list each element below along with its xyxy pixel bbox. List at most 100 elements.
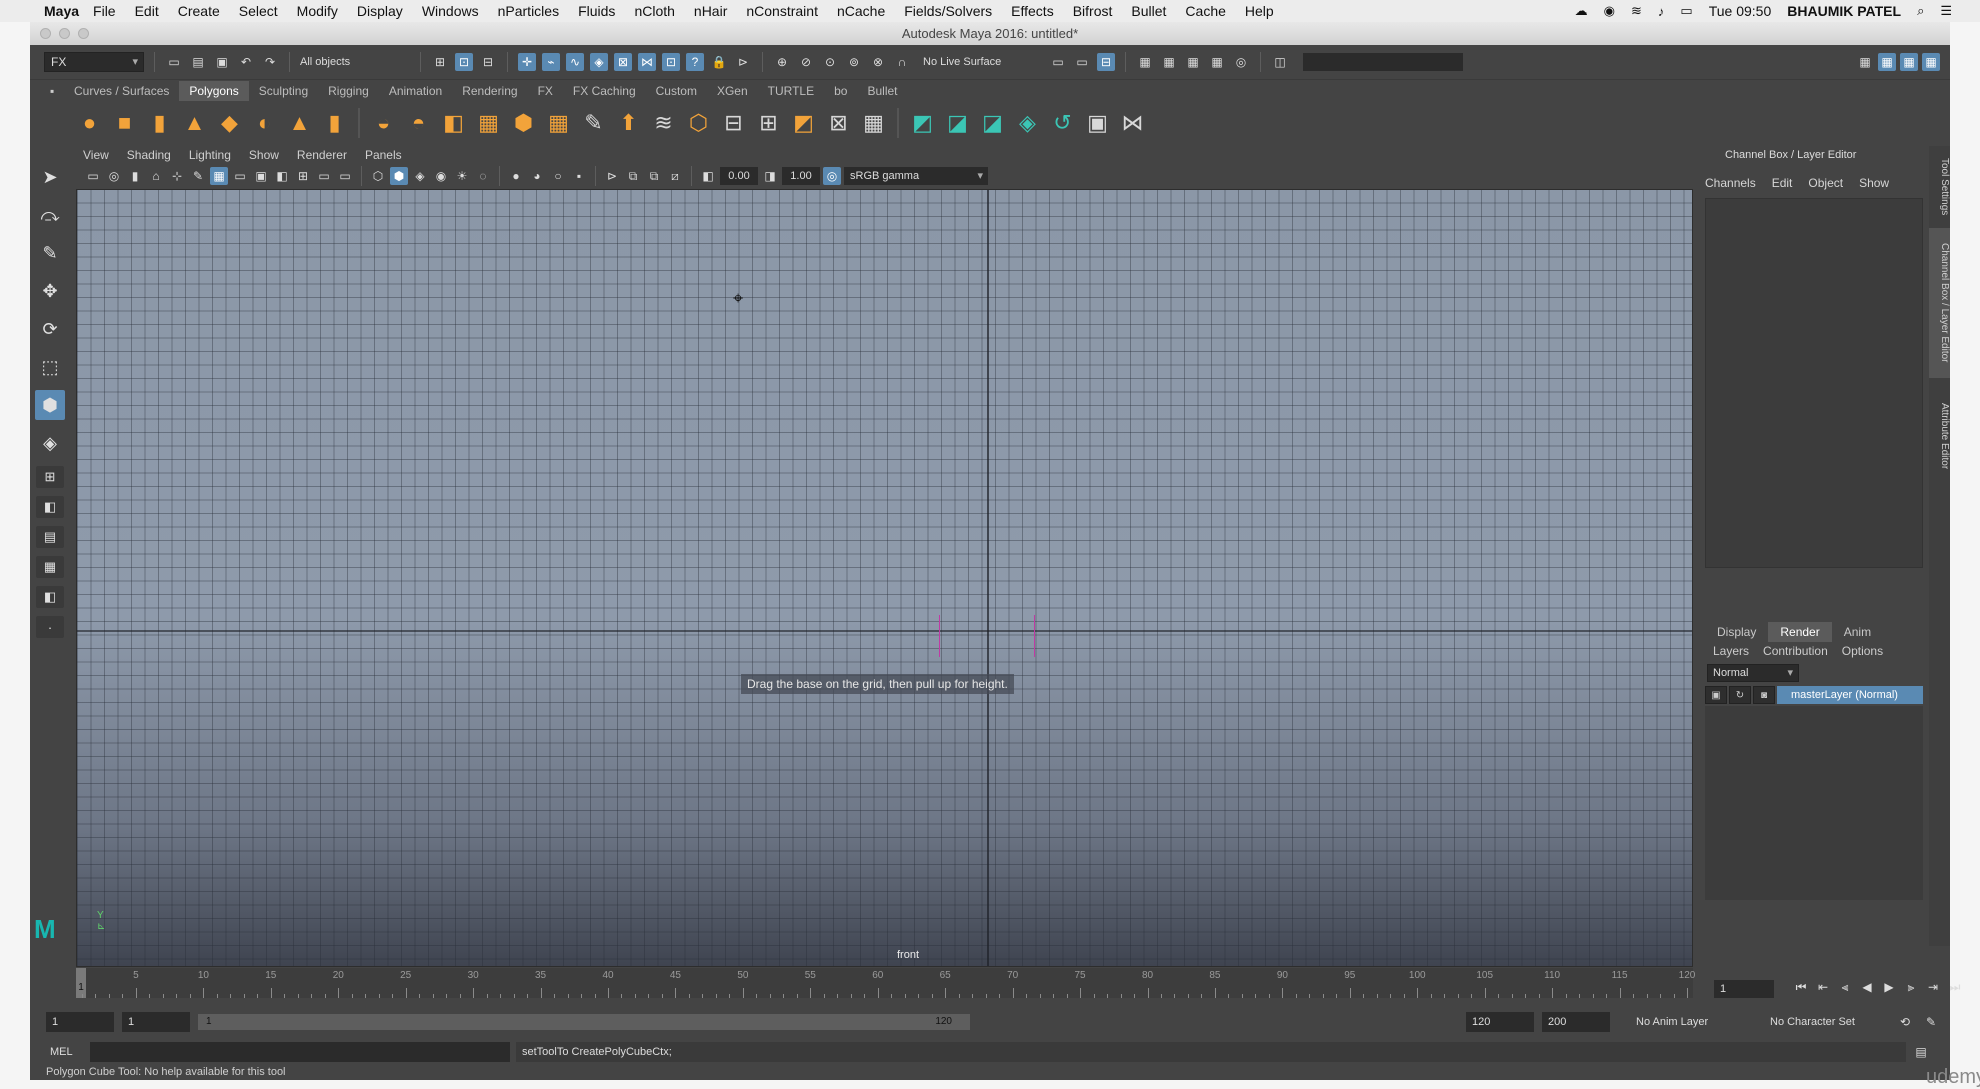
2d-pan-zoom-icon[interactable]: ⊹ (168, 167, 186, 185)
shelf-tab-turtle[interactable]: TURTLE (758, 81, 824, 101)
menu-file[interactable]: File (93, 3, 116, 19)
side-tab-attribute-editor[interactable]: Attribute Editor (1929, 386, 1950, 486)
ipr-render-icon[interactable]: ▦ (1160, 53, 1178, 71)
menu-modify[interactable]: Modify (297, 3, 338, 19)
live-surface-field[interactable]: No Live Surface (923, 56, 1043, 68)
play-backwards-icon[interactable]: ◀ (1858, 978, 1876, 996)
poly-cube-icon[interactable]: ■ (109, 108, 140, 139)
clock[interactable]: Tue 09:50 (1709, 3, 1772, 19)
safe-action-icon[interactable]: ▭ (315, 167, 333, 185)
safe-title-icon[interactable]: ▭ (336, 167, 354, 185)
select-by-object-icon[interactable]: ⊡ (455, 53, 473, 71)
playback-end-field[interactable]: 120 (1466, 1012, 1534, 1032)
current-frame-marker[interactable]: 1 (76, 968, 86, 998)
wireframe-on-shaded-icon[interactable]: ◈ (411, 167, 429, 185)
mask-deformations-icon[interactable]: ⊠ (614, 53, 632, 71)
output-ops-icon[interactable]: ▭ (1073, 53, 1091, 71)
persp-graph-layout-icon[interactable]: ▤ (36, 526, 64, 548)
spotlight-icon[interactable]: ⌕ (1917, 3, 1924, 19)
selection-mask-dropdown[interactable]: All objects (300, 56, 410, 68)
menu-effects[interactable]: Effects (1011, 3, 1054, 19)
exposure-icon[interactable]: ◧ (699, 167, 717, 185)
channel-box-menu-edit[interactable]: Edit (1772, 176, 1793, 194)
shelf-tab-animation[interactable]: Animation (379, 81, 452, 101)
extrude-icon[interactable]: ⬆ (613, 108, 644, 139)
menuset-dropdown[interactable]: FX (44, 52, 144, 72)
snap-curve-icon[interactable]: ⊘ (797, 53, 815, 71)
select-tool-icon[interactable]: ➤ (35, 162, 65, 192)
depth-of-field-icon[interactable]: ▪ (570, 167, 588, 185)
gate-mask-icon[interactable]: ◧ (273, 167, 291, 185)
battery-icon[interactable]: ▭ (1680, 3, 1692, 19)
shelf-tab-custom[interactable]: Custom (646, 81, 707, 101)
mask-misc-icon[interactable]: ? (686, 53, 704, 71)
poly-cube-tool-icon[interactable]: ⬢ (35, 390, 65, 420)
script-language-toggle[interactable]: MEL (50, 1046, 84, 1058)
color-management-icon[interactable]: ◎ (823, 167, 841, 185)
layer-list[interactable] (1705, 706, 1923, 900)
hypershade-icon[interactable]: ▦ (1208, 53, 1226, 71)
anti-aliasing-icon[interactable]: ○ (549, 167, 567, 185)
wireframe-icon[interactable]: ⬡ (369, 167, 387, 185)
menu-windows[interactable]: Windows (422, 3, 479, 19)
poly-plane-icon[interactable]: ◆ (214, 108, 245, 139)
record-icon[interactable]: ◉ (1604, 3, 1615, 19)
step-back-key-icon[interactable]: ⇤ (1814, 978, 1832, 996)
step-forward-frame-icon[interactable]: ⫸ (1902, 978, 1920, 996)
shelf-tab-bo[interactable]: bo (824, 81, 857, 101)
motion-blur-icon[interactable]: ◕ (528, 167, 546, 185)
poly-torus-icon[interactable]: ◐ (249, 108, 280, 139)
app-name[interactable]: Maya (44, 3, 79, 19)
menu-edit[interactable]: Edit (135, 3, 159, 19)
channel-box-menu-object[interactable]: Object (1808, 176, 1843, 194)
modeling-toolkit-icon[interactable]: ▦ (1878, 53, 1896, 71)
menu-nhair[interactable]: nHair (694, 3, 727, 19)
snap-live-icon[interactable]: ⊗ (869, 53, 887, 71)
xray-icon[interactable]: ⧉ (624, 167, 642, 185)
field-chart-icon[interactable]: ⊞ (294, 167, 312, 185)
smooth-shade-icon[interactable]: ⬢ (390, 167, 408, 185)
outliner-layout-icon[interactable]: ◧ (36, 586, 64, 608)
highlight-selection-icon[interactable]: ⊳ (734, 53, 752, 71)
side-tab-channel-box[interactable]: Channel Box / Layer Editor (1929, 228, 1950, 378)
character-set-dropdown[interactable]: No Character Set (1752, 1016, 1888, 1028)
render-toggle-icon[interactable]: ▣ (1705, 686, 1727, 704)
separate-icon[interactable]: ◓ (403, 108, 434, 139)
construction-history-icon[interactable]: ⊟ (1097, 53, 1115, 71)
go-to-start-icon[interactable]: ⏮ (1792, 978, 1810, 996)
shelf-tab-sculpting[interactable]: Sculpting (249, 81, 318, 101)
render-view-icon[interactable]: ◎ (1232, 53, 1250, 71)
multi-cut-icon[interactable]: ✎ (578, 108, 609, 139)
shelf-tab-xgen[interactable]: XGen (707, 81, 758, 101)
mask-surfaces-icon[interactable]: ◈ (590, 53, 608, 71)
command-input[interactable] (90, 1042, 510, 1062)
range-slider[interactable]: 1 120 (198, 1014, 970, 1030)
volume-icon[interactable]: ♪ (1658, 4, 1665, 19)
gamma-field[interactable]: 1.00 (782, 167, 820, 185)
user-name[interactable]: BHAUMIK PATEL (1787, 3, 1901, 19)
layer-tab-anim[interactable]: Anim (1832, 622, 1883, 642)
custom-layout-icon[interactable]: · (36, 616, 64, 638)
textured-icon[interactable]: ◉ (432, 167, 450, 185)
shelf-tab-fx-caching[interactable]: FX Caching (563, 81, 646, 101)
shelf-tab-curves-surfaces[interactable]: Curves / Surfaces (64, 81, 179, 101)
move-tool-icon[interactable]: ✥ (35, 276, 65, 306)
menu-ncache[interactable]: nCache (837, 3, 885, 19)
magnet-icon[interactable]: ∩ (893, 53, 911, 71)
viewport-menu-show[interactable]: Show (249, 148, 279, 162)
poly-pipe-icon[interactable]: ▮ (319, 108, 350, 139)
uv-unfold-icon[interactable]: ⋈ (1117, 108, 1148, 139)
uv-automatic-icon[interactable]: ◈ (1012, 108, 1043, 139)
auto-key-icon[interactable]: ⟲ (1896, 1013, 1914, 1031)
layer-tab-render[interactable]: Render (1768, 622, 1832, 642)
step-forward-key-icon[interactable]: ⇥ (1924, 978, 1942, 996)
bridge-icon[interactable]: ≋ (648, 108, 679, 139)
snap-grid-icon[interactable]: ⊕ (773, 53, 791, 71)
new-scene-icon[interactable]: ▭ (165, 53, 183, 71)
snap-point-icon[interactable]: ⊙ (821, 53, 839, 71)
layer-blend-dropdown[interactable]: Normal (1707, 664, 1799, 682)
side-tab-tool-settings[interactable]: Tool Settings (1929, 152, 1950, 222)
channel-box-menu-channels[interactable]: Channels (1705, 176, 1756, 194)
four-view-layout-icon[interactable]: ⊞ (36, 466, 64, 488)
single-perspective-layout-icon[interactable]: ◈ (35, 428, 65, 458)
